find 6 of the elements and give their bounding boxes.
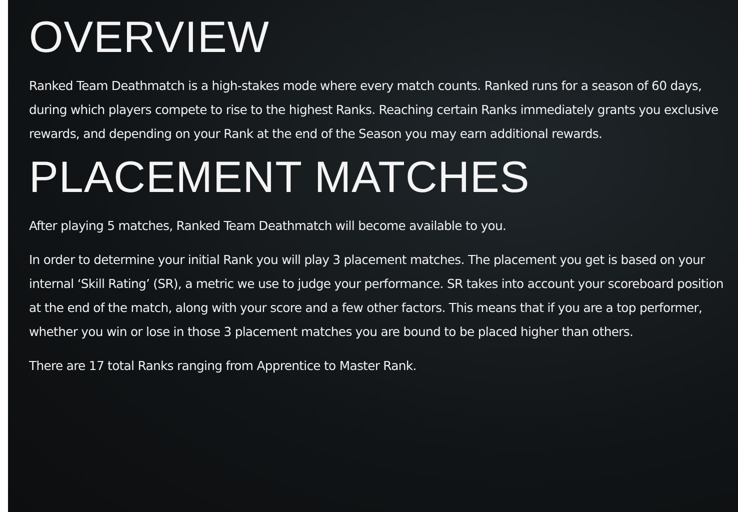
paragraph: After playing 5 matches, Ranked Team Deathmatch will become available to you.	[29, 217, 508, 235]
section-heading: PLACEMENT MATCHES	[29, 154, 531, 202]
section-heading: OVERVIEW	[29, 14, 270, 62]
paragraph: In order to determine your initial Rank you will play 3 placement matches. The placement you get is based on your internal ‘Skill Rating’ (SR), a metric we use to judge your performance. SR takes into account your scoreboard position at the end of the match, along with your score and a few other factors. This means that if you are a top performer, whether you win or lose in those 3 placement matches you are bound to be placed higher than others.	[29, 251, 724, 341]
paragraph: Ranked Team Deathmatch is a high-stakes mode where every match counts. Ranked runs for a season of 60 days, during which players compete to rise to the highest Ranks. Reaching certain Ranks immediately grants you exclusive rewards, and depending on your Rank at the end of the Season you may earn additional rewards.	[29, 77, 720, 143]
paragraph: There are 17 total Ranks ranging from Apprentice to Master Rank.	[29, 357, 418, 375]
